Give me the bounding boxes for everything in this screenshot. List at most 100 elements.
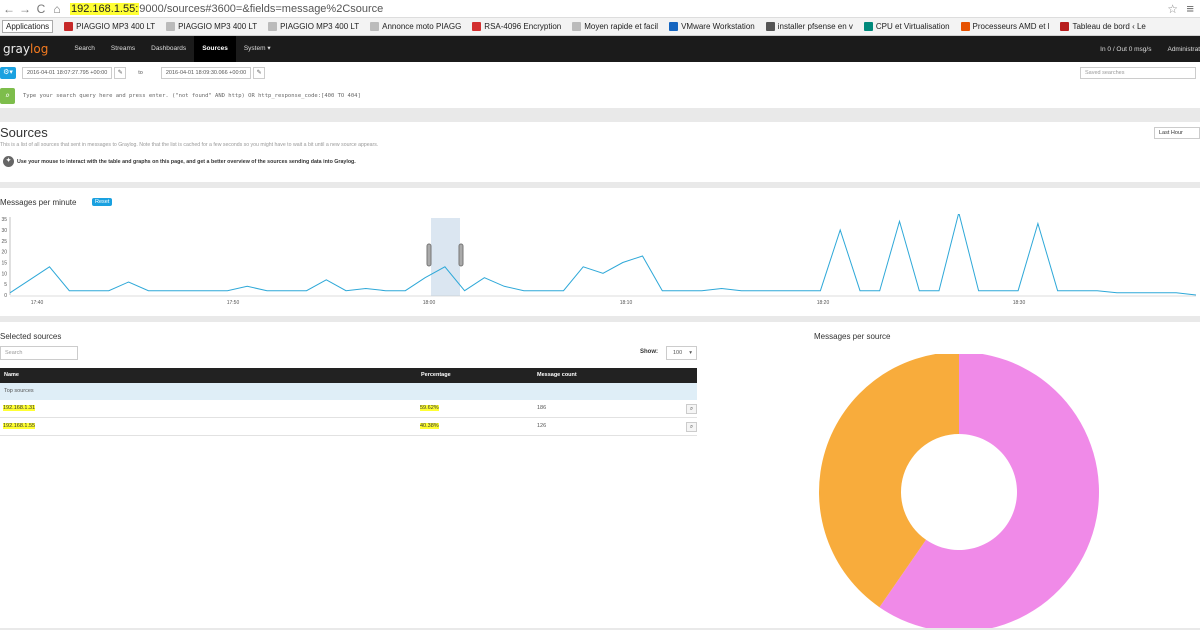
source-count: 186 bbox=[537, 405, 547, 411]
y-tick-label: 25 bbox=[1, 239, 7, 245]
source-name[interactable]: 192.168.1.55 bbox=[3, 423, 36, 429]
y-tick-label: 30 bbox=[1, 228, 7, 234]
usage-tip: ✦ Use your mouse to interact with the ta… bbox=[3, 156, 356, 167]
table-row[interactable]: 192.168.1.31 59.62% 186 ⌕ bbox=[0, 400, 697, 418]
y-tick-label: 5 bbox=[4, 282, 7, 288]
bookmarks-bar: Applications PIAGGIO MP3 400 LT PIAGGIO MP… bbox=[0, 18, 1200, 36]
col-name[interactable]: Name bbox=[4, 372, 19, 378]
nav-item[interactable]: System ▾ bbox=[236, 36, 279, 62]
range-type-button[interactable]: ⚙▾ bbox=[0, 67, 16, 79]
forward-icon[interactable]: → bbox=[18, 2, 32, 16]
source-name[interactable]: 192.168.1.31 bbox=[3, 405, 36, 411]
bookmark-item[interactable]: installer pfsense en v bbox=[763, 22, 853, 31]
y-tick-label: 0 bbox=[4, 293, 7, 299]
nav-item[interactable]: Sources bbox=[194, 36, 236, 62]
search-icon: ⌕ bbox=[5, 91, 10, 100]
bookmark-label: Applications bbox=[6, 22, 50, 31]
zoom-icon[interactable]: ⌕ bbox=[686, 422, 697, 432]
bookmark-item[interactable]: Processeurs AMD et l bbox=[958, 22, 1050, 31]
table-row[interactable]: 192.168.1.55 40.38% 126 ⌕ bbox=[0, 418, 697, 436]
url-host: 192.168.1.55: bbox=[70, 2, 140, 15]
bookmark-item[interactable]: Tableau de bord ‹ Le bbox=[1057, 22, 1146, 31]
browser-menu-icon[interactable]: ≡ bbox=[1186, 1, 1194, 16]
reload-icon[interactable]: C bbox=[34, 2, 48, 16]
bookmark-label: CPU et Virtualisation bbox=[875, 22, 950, 31]
to-label: to bbox=[138, 70, 143, 76]
source-count: 126 bbox=[537, 423, 547, 429]
bookmark-item[interactable]: RSA-4096 Encryption bbox=[469, 22, 561, 31]
bookmark-favicon-icon bbox=[370, 22, 380, 31]
x-tick-label: 17:50 bbox=[227, 300, 240, 306]
bookmark-label: PIAGGIO MP3 400 LT bbox=[280, 22, 360, 31]
bookmark-favicon-icon bbox=[64, 22, 74, 31]
table-header: Name Percentage Message count bbox=[0, 368, 697, 383]
edit-from-icon[interactable]: ✎ bbox=[114, 67, 127, 79]
range-select[interactable]: Last Hour bbox=[1154, 127, 1200, 139]
back-icon[interactable]: ← bbox=[2, 2, 16, 16]
bookmark-star-icon[interactable]: ☆ bbox=[1167, 2, 1178, 16]
bookmark-label: PIAGGIO MP3 400 LT bbox=[76, 22, 156, 31]
show-value: 100 bbox=[673, 350, 683, 356]
saved-searches-select[interactable]: Saved searches bbox=[1080, 67, 1196, 79]
y-tick-label: 20 bbox=[1, 250, 7, 256]
home-icon[interactable]: ⌂ bbox=[50, 2, 64, 16]
bookmark-label: VMware Workstation bbox=[681, 22, 755, 31]
bookmark-item[interactable]: Annonce moto PIAGG bbox=[367, 22, 461, 31]
nav-item[interactable]: Dashboards bbox=[143, 36, 194, 62]
throughput-indicator[interactable]: In 0 / Out 0 msg/s bbox=[1100, 46, 1151, 53]
col-percentage[interactable]: Percentage bbox=[421, 372, 451, 378]
nav-item[interactable]: Search bbox=[66, 36, 103, 62]
brush-handle-left[interactable] bbox=[426, 243, 432, 267]
messages-per-minute-chart[interactable]: 0 5 10 15 20 25 30 35 17:40 17:50 18:00 18:10 18:20 1… bbox=[0, 214, 1200, 308]
show-label: Show: bbox=[640, 349, 658, 355]
bookmark-favicon-icon bbox=[765, 22, 775, 31]
chart-title: Messages per minute bbox=[0, 198, 77, 207]
user-menu[interactable]: Administrat bbox=[1167, 46, 1200, 53]
search-input[interactable]: Type your search query here and press en… bbox=[23, 93, 361, 99]
x-tick-label: 18:10 bbox=[620, 300, 633, 306]
nav-right: In 0 / Out 0 msg/s Administrat bbox=[1100, 46, 1200, 53]
zoom-icon[interactable]: ⌕ bbox=[686, 404, 697, 414]
from-input[interactable]: 2016-04-01 18:07:27.795 +00:00 bbox=[22, 67, 113, 79]
bookmark-item[interactable]: PIAGGIO MP3 400 LT bbox=[163, 22, 257, 31]
messages-per-source-chart[interactable] bbox=[818, 354, 1102, 630]
search-button[interactable]: ⌕ bbox=[0, 88, 15, 104]
graylog-navbar: graylog Search Streams Dashboards Sources Sy… bbox=[0, 36, 1200, 62]
brush-selection[interactable] bbox=[431, 218, 460, 296]
bookmark-item[interactable]: VMware Workstation bbox=[666, 22, 755, 31]
messages-per-minute-panel: Messages per minute Reset 0 5 10 15 20 25 30 35… bbox=[0, 188, 1200, 314]
messages-line-series[interactable] bbox=[9, 214, 1197, 296]
x-tick-label: 17:40 bbox=[31, 300, 44, 306]
table-body: 192.168.1.31 59.62% 186 ⌕ 192.168.1.55 40.38%… bbox=[0, 400, 697, 436]
caret-down-icon: ▾ bbox=[689, 350, 692, 356]
show-select[interactable]: 100 ▾ bbox=[666, 346, 697, 360]
source-percentage: 40.38% bbox=[420, 423, 439, 429]
sources-header: Sources This is a list of all sources th… bbox=[0, 122, 1200, 180]
bookmark-item[interactable]: Applications bbox=[2, 20, 54, 33]
bookmark-item[interactable]: Moyen rapide et facil bbox=[569, 22, 658, 31]
bookmark-favicon-icon bbox=[960, 22, 970, 31]
bookmark-label: Processeurs AMD et l bbox=[972, 22, 1050, 31]
edit-to-icon[interactable]: ✎ bbox=[253, 67, 266, 79]
bookmark-item[interactable]: CPU et Virtualisation bbox=[861, 22, 950, 31]
x-tick-label: 18:20 bbox=[817, 300, 830, 306]
col-message-count[interactable]: Message count bbox=[537, 372, 577, 378]
sources-search-input[interactable]: Search bbox=[0, 346, 78, 360]
lightbulb-icon: ✦ bbox=[3, 156, 14, 167]
bookmark-favicon-icon bbox=[472, 22, 482, 31]
address-field[interactable]: 192.168.1.55: 9000/sources#3600=&fields=… bbox=[70, 2, 383, 16]
bookmark-label: installer pfsense en v bbox=[777, 22, 853, 31]
nav-item[interactable]: Streams bbox=[103, 36, 143, 62]
brush-handle-right[interactable] bbox=[458, 243, 464, 267]
bookmark-item[interactable]: PIAGGIO MP3 400 LT bbox=[61, 22, 155, 31]
graylog-logo[interactable]: graylog bbox=[3, 42, 48, 56]
bookmark-favicon-icon bbox=[268, 22, 278, 31]
bookmark-item[interactable]: PIAGGIO MP3 400 LT bbox=[265, 22, 359, 31]
logo-text-b: log bbox=[30, 42, 49, 56]
reset-button[interactable]: Reset bbox=[92, 198, 113, 206]
sources-table: Name Percentage Message count Top source… bbox=[0, 368, 697, 436]
bookmark-favicon-icon bbox=[572, 22, 582, 31]
tip-text: Use your mouse to interact with the tabl… bbox=[17, 158, 356, 165]
to-input[interactable]: 2016-04-01 18:09:30.066 +00:00 bbox=[160, 67, 252, 79]
group-row: Top sources bbox=[0, 383, 697, 400]
